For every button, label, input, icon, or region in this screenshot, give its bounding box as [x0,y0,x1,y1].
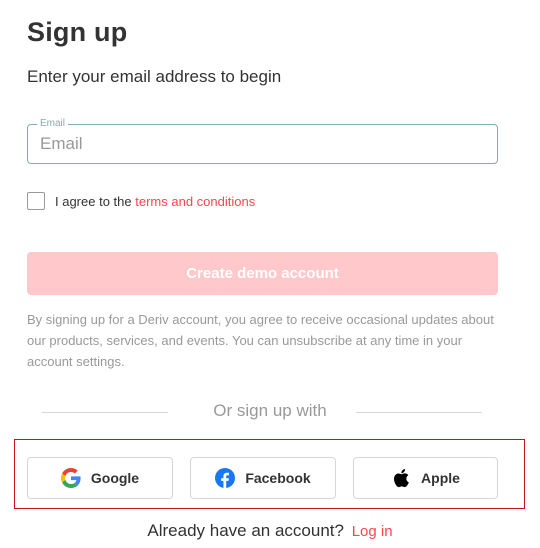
facebook-button-label: Facebook [245,470,311,486]
disclaimer-text: By signing up for a Deriv account, you a… [27,312,494,369]
apple-icon [391,468,411,488]
google-icon [60,468,81,488]
login-row: Already have an account? Log in [0,521,540,541]
email-field[interactable]: Email [27,118,498,164]
agreement-text: I agree to the terms and conditions [55,194,255,209]
create-demo-account-button[interactable]: Create demo account [27,252,498,295]
page-title: Sign up [27,17,128,47]
agreement-row: I agree to the terms and conditions [27,192,255,210]
page-subtitle: Enter your email address to begin [27,67,282,86]
apple-button-label: Apple [421,470,460,486]
divider-line-right [356,412,482,413]
facebook-icon [215,468,236,488]
login-link[interactable]: Log in [352,523,393,540]
divider-text: Or sign up with [213,401,327,420]
apple-button[interactable]: Apple [353,457,498,499]
terms-link[interactable]: terms and conditions [135,194,255,209]
agreement-prefix: I agree to the [55,193,132,209]
terms-checkbox[interactable] [27,192,45,210]
google-button[interactable]: Google [27,457,173,499]
facebook-button[interactable]: Facebook [190,457,336,499]
email-input[interactable] [40,125,480,163]
login-prompt: Already have an account? [147,521,344,540]
google-button-label: Google [90,470,140,486]
